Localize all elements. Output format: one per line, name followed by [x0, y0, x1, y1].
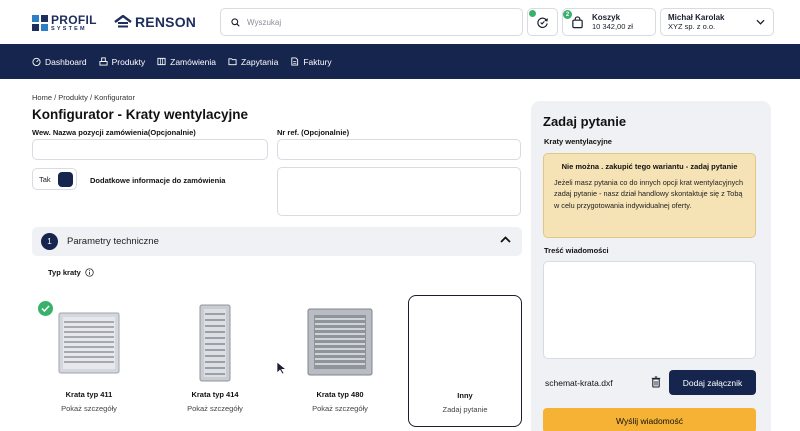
main-navigation: Dashboard Produkty Zamówienia Zapytania … [0, 44, 800, 79]
order-item-name-label: Wew. Nazwa pozycji zamówienia(Opcjonalni… [32, 128, 196, 137]
cart-button[interactable]: Koszyk 10 342,00 zł [562, 8, 656, 36]
message-field[interactable] [543, 261, 756, 359]
chevron-down-icon [756, 19, 765, 25]
grate-card-414[interactable]: Krata typ 414 Pokaż szczegóły [158, 295, 272, 427]
toggle-knob [58, 172, 73, 187]
cart-count-badge: 2 [563, 10, 572, 19]
refresh-check-icon [537, 17, 548, 28]
extra-info-field[interactable] [277, 167, 521, 216]
selected-check-icon [38, 301, 53, 316]
panel-title: Zadaj pytanie [543, 114, 627, 129]
card-details-link[interactable]: Pokaż szczegóły [32, 404, 146, 413]
grate-card-480[interactable]: Krata typ 480 Pokaż szczegóły [283, 295, 397, 427]
message-label: Treść wiadomości [544, 246, 609, 255]
profil-logo-mark [32, 15, 48, 32]
cart-total: 10 342,00 zł [592, 22, 633, 32]
logo-secondary-text: SYSTEM [51, 26, 87, 32]
nav-label: Produkty [111, 56, 146, 67]
card-details-link[interactable]: Pokaż szczegóły [283, 404, 397, 413]
nav-label: Zamówienia [170, 56, 216, 67]
send-message-button[interactable]: Wyślij wiadomość [543, 408, 756, 431]
grate-type-label-text: Typ kraty [48, 268, 81, 277]
products-icon [99, 57, 108, 66]
search-input[interactable] [247, 17, 507, 27]
top-header: PROFIL SYSTEM RENSON Koszyk [0, 0, 800, 44]
renson-roof-icon [114, 15, 132, 28]
grate-480-image [307, 308, 373, 376]
warning-box: Nie można . zakupić tego wariantu - zada… [543, 153, 756, 238]
cart-label: Koszyk [592, 12, 621, 22]
logo-primary-text: PROFIL [51, 13, 97, 27]
breadcrumb[interactable]: Home / Produkty / Konfigurator [32, 93, 135, 102]
chevron-up-icon[interactable] [500, 236, 511, 243]
profil-system-logo[interactable]: PROFIL SYSTEM [32, 14, 97, 33]
toggle-label: Tak [39, 174, 51, 184]
user-name: Michał Karolak [668, 12, 725, 22]
grate-type-label: Typ kraty [48, 268, 94, 277]
warning-text: Jeżeli masz pytania co do innych opcji k… [554, 178, 743, 210]
message-textarea[interactable] [544, 262, 755, 358]
nav-item-products[interactable]: Produkty [99, 56, 146, 67]
search-icon [231, 17, 240, 27]
extra-info-textarea[interactable] [278, 168, 520, 215]
card-title: Krata typ 414 [191, 390, 239, 399]
status-dot [529, 10, 536, 17]
nav-label: Zapytania [240, 56, 279, 67]
ask-question-panel: Zadaj pytanie Kraty wentylacyjne Nie moż… [531, 101, 771, 431]
ref-number-label: Nr ref. (Opcjonalnie) [277, 128, 350, 137]
user-company: XYZ sp. z o.o. [668, 22, 716, 32]
grate-414-image [199, 304, 231, 382]
extra-info-label: Dodatkowe informacje do zamówienia [90, 176, 226, 185]
card-title: Krata typ 411 [65, 390, 113, 399]
accordion-title: Parametry techniczne [67, 236, 159, 247]
attachment-file-name: schemat-krata.dxf [545, 378, 613, 388]
order-item-name-field[interactable] [32, 139, 268, 160]
dashboard-icon [32, 57, 41, 66]
nav-item-inquiries[interactable]: Zapytania [228, 57, 278, 67]
add-attachment-button[interactable]: Dodaj załącznik [669, 370, 756, 395]
technical-params-accordion[interactable]: 1 Parametry techniczne [32, 227, 522, 256]
trash-icon[interactable] [651, 376, 661, 388]
panel-subtitle: Kraty wentylacyjne [544, 137, 612, 146]
renson-logo: RENSON [114, 14, 196, 30]
mouse-cursor-icon [276, 361, 287, 375]
ref-number-field[interactable] [277, 139, 521, 160]
nav-item-dashboard[interactable]: Dashboard [32, 57, 87, 67]
nav-label: Dashboard [45, 56, 87, 67]
search-box[interactable] [220, 8, 523, 36]
card-title: Krata typ 480 [316, 390, 364, 399]
step-number-badge: 1 [41, 233, 58, 250]
nav-label: Faktury [303, 56, 332, 67]
user-menu[interactable]: Michał Karolak XYZ sp. z o.o. [660, 8, 774, 36]
orders-icon [157, 57, 166, 66]
renson-logo-text: RENSON [135, 14, 197, 30]
cart-bag-icon [572, 15, 583, 28]
grate-411-image [58, 312, 120, 374]
info-icon[interactable] [85, 268, 94, 277]
card-title: Inny [457, 391, 473, 400]
card-details-link[interactable]: Pokaż szczegóły [158, 404, 272, 413]
warning-title: Nie można . zakupić tego wariantu - zada… [561, 162, 738, 171]
extra-info-toggle[interactable]: Tak [32, 168, 77, 190]
nav-item-invoices[interactable]: Faktury [290, 56, 332, 67]
nav-item-orders[interactable]: Zamówienia [157, 57, 216, 67]
invoice-icon [291, 57, 299, 66]
order-item-name-input[interactable] [33, 141, 267, 160]
page-title: Konfigurator - Kraty wentylacyjne [32, 107, 249, 122]
ref-number-input[interactable] [278, 141, 520, 160]
ask-question-link[interactable]: Zadaj pytanie [409, 405, 521, 414]
folder-icon [228, 58, 237, 66]
grate-card-other[interactable]: Inny Zadaj pytanie [408, 295, 522, 427]
